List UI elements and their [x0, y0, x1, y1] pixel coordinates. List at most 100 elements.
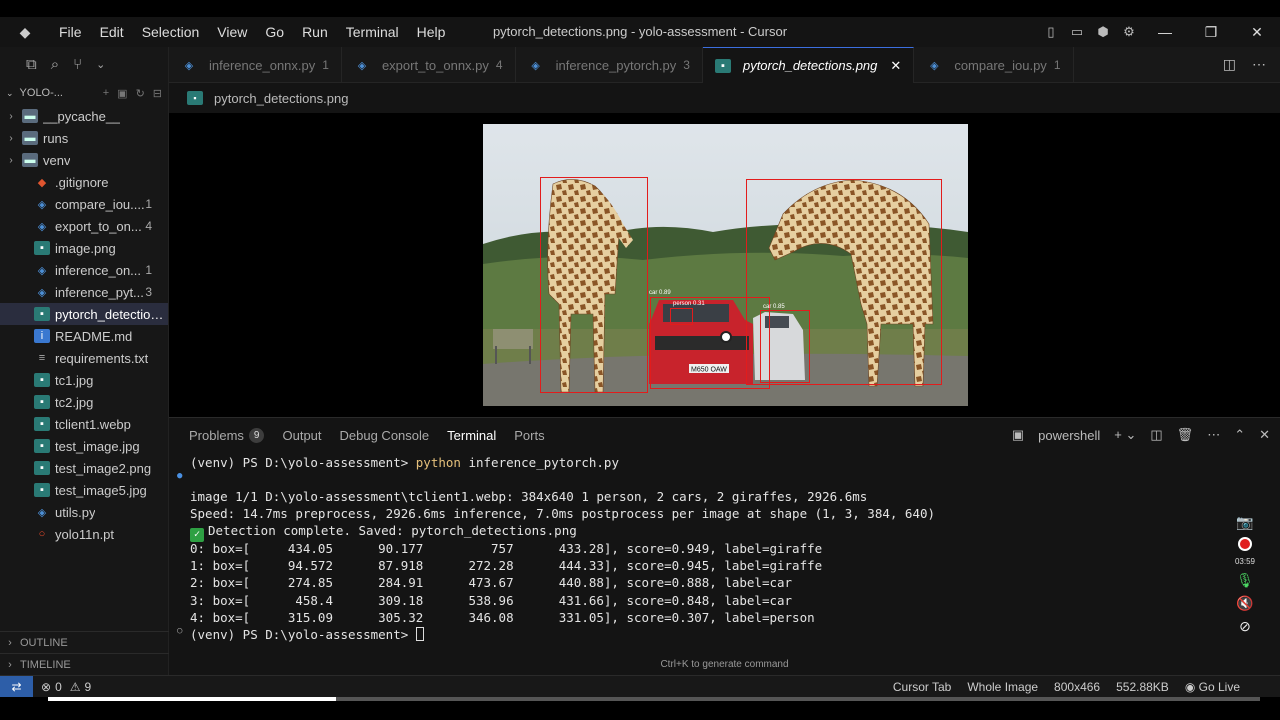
tree-item[interactable]: › ▬ runs — [0, 127, 168, 149]
tree-item[interactable]: › ▬ __pycache__ — [0, 105, 168, 127]
image-file-icon: ▪ — [34, 439, 50, 453]
editor-tab[interactable]: ◈ export_to_onnx.py 4 — [342, 47, 516, 83]
tree-item[interactable]: ▪ tc2.jpg — [0, 391, 168, 413]
record-icon[interactable] — [1238, 537, 1252, 551]
python-file-icon: ◈ — [37, 506, 47, 519]
search-icon[interactable]: ⌕ — [51, 56, 59, 73]
tree-item-label: inference_pyt... — [55, 284, 144, 300]
tree-item-label: tclient1.webp — [55, 416, 131, 432]
chevron-down-icon[interactable]: ⌄ — [96, 58, 105, 71]
menu-go[interactable]: Go — [256, 17, 293, 47]
tree-item[interactable]: ▪ image.png — [0, 237, 168, 259]
info-file-icon: i — [34, 329, 50, 343]
microphone-icon[interactable]: 🎙 — [1236, 572, 1254, 589]
tree-item[interactable]: ▪ tclient1.webp — [0, 413, 168, 435]
panel-tab-problems[interactable]: Problems 9 — [189, 427, 265, 443]
camera-icon[interactable]: 📷 — [1236, 514, 1253, 531]
image-zoom-status[interactable]: Whole Image — [967, 680, 1038, 694]
title-actions: ▯ ▭ ⬢ ⚙ — ❐ ✕ — [1038, 17, 1280, 47]
shell-name[interactable]: powershell — [1038, 428, 1100, 443]
tree-item[interactable]: ▪ pytorch_detection... — [0, 303, 168, 325]
editor-tab[interactable]: ◈ inference_pytorch.py 3 — [516, 47, 703, 83]
panel-tab-debug-console[interactable]: Debug Console — [340, 428, 430, 443]
explorer-root[interactable]: ⌄ YOLO-... + ▣ ↻ ⊟ — [0, 81, 168, 105]
menu-help[interactable]: Help — [408, 17, 455, 47]
image-file-icon: ▪ — [34, 307, 50, 321]
panel-tab-output[interactable]: Output — [282, 428, 321, 443]
more-actions-icon[interactable]: ⋯ — [1252, 56, 1266, 73]
tree-item[interactable]: i README.md — [0, 325, 168, 347]
close-panel-icon[interactable]: ✕ — [1259, 427, 1270, 443]
toggle-panel-icon[interactable]: ▭ — [1064, 17, 1090, 47]
more-actions-icon[interactable]: ⋯ — [1207, 427, 1220, 443]
detection-box-giraffe — [540, 177, 648, 393]
tree-item[interactable]: ◈ inference_on... 1 — [0, 259, 168, 281]
gear-icon[interactable]: ⚙ — [1116, 17, 1142, 47]
cube-icon[interactable]: ⬢ — [1090, 17, 1116, 47]
menu-selection[interactable]: Selection — [133, 17, 209, 47]
editor-tab[interactable]: ▪ pytorch_detections.png ✕ — [702, 47, 915, 83]
refresh-icon[interactable]: ↻ — [136, 87, 145, 100]
trash-icon[interactable]: 🗑 — [1177, 427, 1194, 443]
tree-item[interactable]: ◆ .gitignore — [0, 171, 168, 193]
go-live-button[interactable]: ◉ Go Live — [1185, 680, 1240, 694]
problems-status[interactable]: ⊗ 0 ⚠ 9 — [41, 680, 91, 694]
scrub-track[interactable] — [48, 697, 1260, 701]
minimize-button[interactable]: — — [1142, 17, 1188, 47]
restore-button[interactable]: ❐ — [1188, 17, 1234, 47]
tree-item[interactable]: ◈ utils.py — [0, 501, 168, 523]
explorer-actions: + ▣ ↻ ⊟ — [103, 87, 162, 100]
outline-section[interactable]: › OUTLINE — [0, 631, 169, 653]
split-terminal-icon[interactable]: ◫ — [1150, 427, 1162, 443]
tree-item-label: test_image.jpg — [55, 438, 140, 454]
menu-run[interactable]: Run — [293, 17, 337, 47]
collapse-icon[interactable]: ⊟ — [153, 87, 162, 100]
tree-item[interactable]: ▪ test_image2.png — [0, 457, 168, 479]
panel-tab-label: Debug Console — [339, 427, 430, 443]
tree-item[interactable]: ▪ test_image.jpg — [0, 435, 168, 457]
tree-item-label: image.png — [55, 240, 116, 256]
problem-count-badge: 1 — [145, 197, 152, 211]
panel-tab-terminal[interactable]: Terminal — [447, 428, 496, 443]
editor-tab[interactable]: ◈ compare_iou.py 1 — [914, 47, 1074, 83]
panel-tab-label: Problems — [189, 427, 244, 443]
tree-item[interactable]: › ▬ venv — [0, 149, 168, 171]
go-live-label: Go Live — [1198, 679, 1240, 694]
tree-item[interactable]: ◈ export_to_on... 4 — [0, 215, 168, 237]
tree-item[interactable]: ○ yolo11n.pt — [0, 523, 168, 545]
timeline-section[interactable]: › TIMELINE — [0, 653, 169, 675]
tree-item-label: compare_iou.... — [55, 196, 145, 212]
new-terminal-icon[interactable]: + ⌄ — [1114, 427, 1136, 443]
webcam-off-icon[interactable]: ⊘ — [1239, 618, 1251, 635]
warning-icon: ⚠ — [69, 679, 81, 694]
tab-label: inference_pytorch.py — [555, 57, 677, 73]
menu-edit[interactable]: Edit — [91, 17, 133, 47]
panel-tab-ports[interactable]: Ports — [514, 428, 544, 443]
split-editor-icon[interactable]: ◫ — [1223, 56, 1236, 73]
terminal-prompt-line[interactable]: (venv) PS D:\yolo-assessment> — [190, 626, 424, 643]
tree-item[interactable]: ◈ compare_iou.... 1 — [0, 193, 168, 215]
tree-item[interactable]: ▪ tc1.jpg — [0, 369, 168, 391]
timeline-label: TIMELINE — [20, 658, 71, 671]
new-folder-icon[interactable]: ▣ — [117, 87, 127, 100]
tree-item-label: runs — [43, 130, 69, 146]
maximize-panel-icon[interactable]: ⌃ — [1234, 427, 1245, 443]
files-icon[interactable]: ⧉ — [26, 56, 37, 73]
menu-view[interactable]: View — [208, 17, 256, 47]
source-control-icon[interactable]: ⑂ — [73, 56, 82, 73]
close-window-button[interactable]: ✕ — [1234, 17, 1280, 47]
speaker-muted-icon[interactable]: 🔇 — [1236, 595, 1253, 612]
new-file-icon[interactable]: + — [103, 87, 109, 100]
editor-tab[interactable]: ◈ inference_onnx.py 1 — [169, 47, 342, 83]
tab-list: ◈ inference_onnx.py 1 ◈ export_to_onnx.py 4 ◈ i… — [169, 47, 1074, 83]
menu-terminal[interactable]: Terminal — [337, 17, 408, 47]
close-tab-icon[interactable]: ✕ — [890, 58, 901, 74]
tree-item[interactable]: ◈ inference_pyt... 3 — [0, 281, 168, 303]
remote-icon[interactable]: ⇄ — [0, 675, 33, 698]
cursor-tab-status[interactable]: Cursor Tab — [893, 680, 951, 694]
tree-item[interactable]: ≡ requirements.txt — [0, 347, 168, 369]
menu-file[interactable]: File — [50, 17, 91, 47]
tree-item[interactable]: ▪ test_image5.jpg — [0, 479, 168, 501]
breadcrumb-file[interactable]: pytorch_detections.png — [214, 91, 348, 106]
toggle-sidebar-icon[interactable]: ▯ — [1038, 17, 1064, 47]
